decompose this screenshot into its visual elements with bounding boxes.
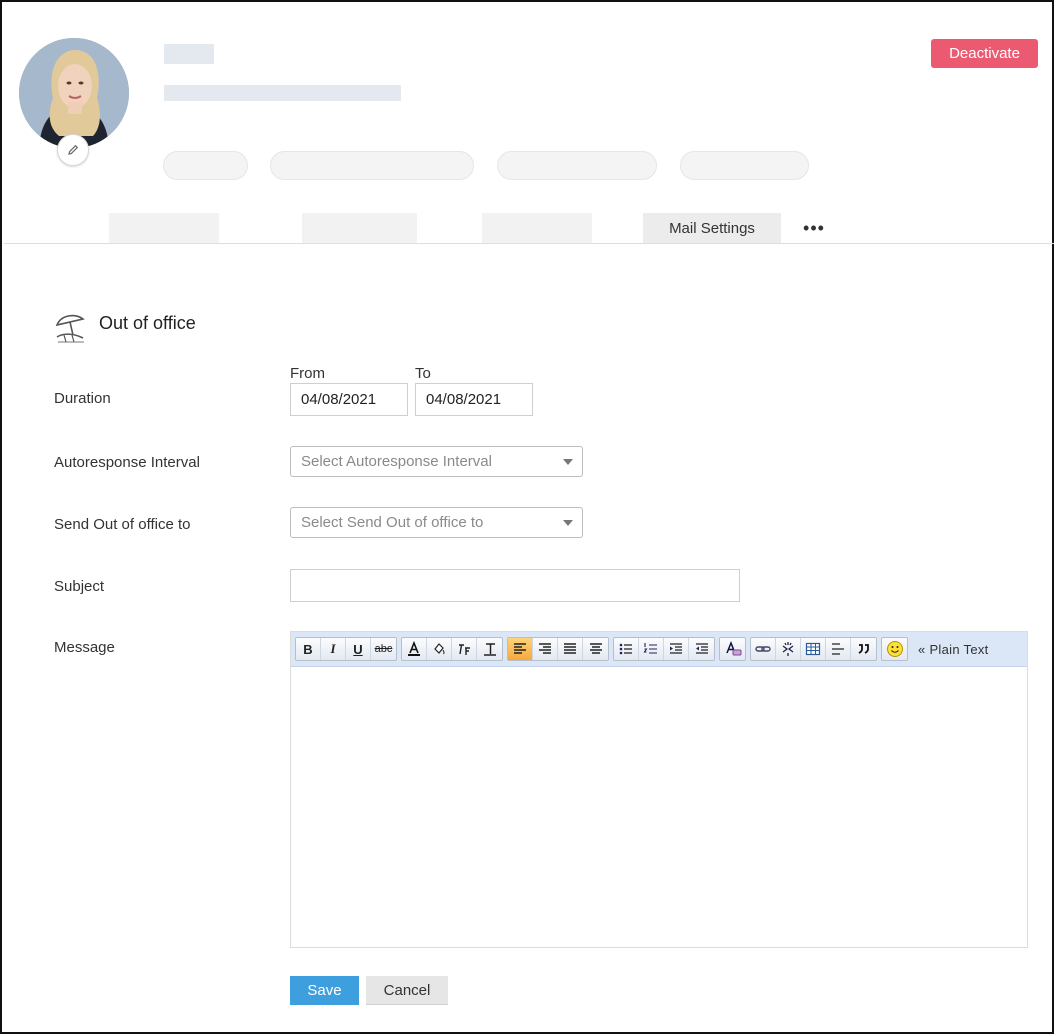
- tab-placeholder[interactable]: [302, 213, 417, 243]
- header-divider: [4, 243, 1054, 244]
- beach-umbrella-icon: [53, 311, 89, 345]
- pencil-icon: [68, 144, 79, 155]
- subject-input[interactable]: [290, 569, 740, 602]
- user-name-placeholder: [164, 44, 214, 64]
- font-size-icon[interactable]: [477, 638, 502, 660]
- message-editor[interactable]: B I U abc « Plain Text: [290, 631, 1028, 948]
- bold-button[interactable]: B: [296, 638, 321, 660]
- font-family-icon[interactable]: [452, 638, 477, 660]
- tab-mail-settings[interactable]: Mail Settings: [643, 213, 781, 243]
- italic-button[interactable]: I: [321, 638, 346, 660]
- send-to-placeholder: Select Send Out of office to: [301, 514, 484, 531]
- subject-label: Subject: [54, 578, 105, 595]
- insert-group: [750, 637, 877, 661]
- link-icon[interactable]: [751, 638, 776, 660]
- tab-placeholder[interactable]: [109, 213, 219, 243]
- profile-chip[interactable]: [163, 151, 248, 180]
- remove-format-icon[interactable]: [720, 638, 745, 660]
- profile-chip[interactable]: [497, 151, 657, 180]
- save-button[interactable]: Save: [290, 976, 359, 1005]
- text-style-group: B I U abc: [295, 637, 397, 661]
- strikethrough-button[interactable]: abc: [371, 638, 396, 660]
- section-title: Out of office: [99, 313, 196, 333]
- message-label: Message: [54, 639, 115, 656]
- avatar: [19, 38, 129, 148]
- highlight-color-icon[interactable]: [427, 638, 452, 660]
- more-tabs-icon[interactable]: •••: [802, 216, 826, 240]
- chevron-down-icon: [563, 520, 573, 526]
- duration-label: Duration: [54, 390, 111, 407]
- to-date-input[interactable]: 04/08/2021: [415, 383, 533, 416]
- profile-avatar-container: [19, 38, 129, 166]
- unlink-icon[interactable]: [776, 638, 801, 660]
- avatar-photo: [19, 38, 129, 148]
- send-to-label: Send Out of office to: [54, 516, 191, 533]
- numbered-list-icon[interactable]: [639, 638, 664, 660]
- autoresponse-interval-label: Autoresponse Interval: [54, 454, 200, 471]
- align-justify-icon[interactable]: [558, 638, 583, 660]
- from-label: From: [290, 365, 325, 382]
- deactivate-button[interactable]: Deactivate: [931, 39, 1038, 68]
- align-left-icon[interactable]: [508, 638, 533, 660]
- edit-avatar-button[interactable]: [57, 134, 89, 166]
- alignment-group: [507, 637, 609, 661]
- cancel-button[interactable]: Cancel: [366, 976, 448, 1005]
- send-to-select[interactable]: Select Send Out of office to: [290, 507, 583, 538]
- blockquote-icon[interactable]: [851, 638, 876, 660]
- emoji-group: [881, 637, 908, 661]
- tab-placeholder[interactable]: [482, 213, 592, 243]
- profile-chip[interactable]: [680, 151, 809, 180]
- autoresponse-interval-select[interactable]: Select Autoresponse Interval: [290, 446, 583, 477]
- table-icon[interactable]: [801, 638, 826, 660]
- bullet-list-icon[interactable]: [614, 638, 639, 660]
- chevron-down-icon: [563, 459, 573, 465]
- align-center-icon[interactable]: [583, 638, 608, 660]
- underline-button[interactable]: U: [346, 638, 371, 660]
- clear-format-group: [719, 637, 746, 661]
- plain-text-toggle[interactable]: « Plain Text: [918, 642, 989, 657]
- outdent-icon[interactable]: [689, 638, 714, 660]
- from-date-input[interactable]: 04/08/2021: [290, 383, 408, 416]
- indent-icon[interactable]: [664, 638, 689, 660]
- font-group: [401, 637, 503, 661]
- to-label: To: [415, 365, 431, 382]
- list-group: [613, 637, 715, 661]
- editor-toolbar: B I U abc « Plain Text: [291, 632, 1027, 667]
- font-color-icon[interactable]: [402, 638, 427, 660]
- profile-chip[interactable]: [270, 151, 474, 180]
- horizontal-rule-icon[interactable]: [826, 638, 851, 660]
- user-email-placeholder: [164, 85, 401, 101]
- autoresponse-interval-placeholder: Select Autoresponse Interval: [301, 453, 492, 470]
- align-right-icon[interactable]: [533, 638, 558, 660]
- page-frame: Deactivate Mail Settings ••• Out of offi…: [0, 0, 1054, 1034]
- smiley-icon[interactable]: [882, 638, 907, 660]
